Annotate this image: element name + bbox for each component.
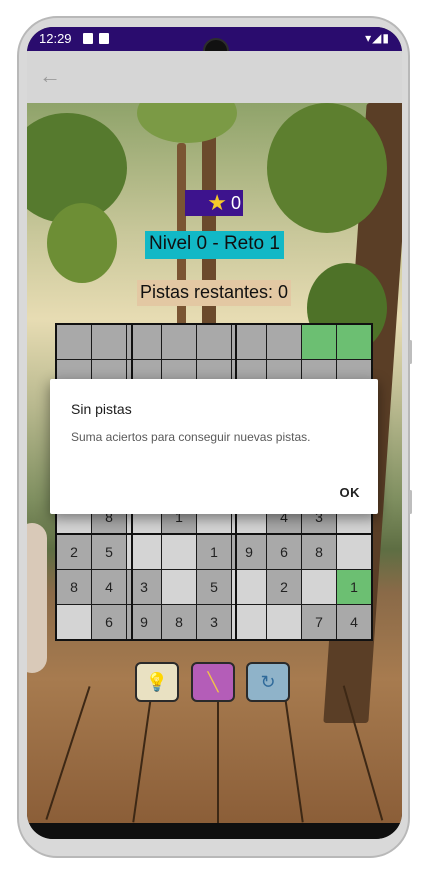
dock-plank-line bbox=[45, 686, 91, 820]
box-divider bbox=[55, 533, 373, 535]
sudoku-cell[interactable] bbox=[162, 570, 196, 604]
foliage bbox=[267, 103, 387, 233]
reset-button[interactable]: ↻ bbox=[246, 662, 290, 702]
sudoku-cell[interactable]: 8 bbox=[162, 605, 196, 639]
broom-icon: ╲ bbox=[207, 671, 219, 692]
sudoku-cell[interactable] bbox=[267, 605, 301, 639]
arrow-left-icon[interactable]: ← bbox=[39, 63, 61, 89]
hints-remaining-label: Pistas restantes: 0 bbox=[137, 280, 292, 306]
score-badge: ★ 0 bbox=[185, 190, 243, 216]
sd-card-icon bbox=[99, 33, 109, 44]
dock-plank-line bbox=[282, 683, 304, 823]
sudoku-cell[interactable] bbox=[232, 605, 266, 639]
sudoku-cell[interactable] bbox=[267, 325, 301, 359]
dialog-title: Sin pistas bbox=[71, 401, 132, 417]
sudoku-cell[interactable] bbox=[302, 570, 336, 604]
sudoku-cell[interactable]: 2 bbox=[57, 535, 91, 569]
sudoku-cell[interactable]: 1 bbox=[197, 535, 231, 569]
status-time: 12:29 bbox=[39, 31, 72, 46]
sudoku-cell[interactable]: 7 bbox=[302, 605, 336, 639]
sudoku-cell[interactable]: 8 bbox=[302, 535, 336, 569]
app-bar: ← bbox=[27, 51, 402, 103]
sudoku-cell[interactable]: 5 bbox=[92, 535, 126, 569]
lightbulb-icon: 💡 bbox=[145, 671, 169, 692]
dialog-message: Suma aciertos para conseguir nuevas pist… bbox=[71, 430, 311, 444]
refresh-icon: ↻ bbox=[260, 671, 276, 692]
sudoku-cell[interactable]: 1 bbox=[337, 570, 371, 604]
sudoku-cell[interactable]: 5 bbox=[197, 570, 231, 604]
sudoku-cell[interactable] bbox=[57, 325, 91, 359]
sudoku-cell[interactable]: 3 bbox=[197, 605, 231, 639]
hint-button[interactable]: 💡 bbox=[135, 662, 179, 702]
navigation-bar bbox=[27, 823, 402, 839]
figure-silhouette bbox=[27, 523, 47, 673]
sudoku-cell[interactable]: 2 bbox=[267, 570, 301, 604]
score-value: 0 bbox=[230, 192, 241, 213]
sudoku-cell[interactable] bbox=[337, 535, 371, 569]
sudoku-cell[interactable]: 4 bbox=[92, 570, 126, 604]
erase-button[interactable]: ╲ bbox=[191, 662, 235, 702]
dock-plank-line bbox=[132, 683, 154, 823]
sudoku-cell[interactable] bbox=[232, 570, 266, 604]
level-title: Nivel 0 - Reto 1 bbox=[145, 231, 284, 259]
notification-icon bbox=[83, 33, 93, 44]
sudoku-cell[interactable] bbox=[197, 325, 231, 359]
sudoku-cell[interactable] bbox=[92, 325, 126, 359]
star-icon: ★ bbox=[207, 190, 227, 215]
sudoku-cell[interactable] bbox=[162, 325, 196, 359]
sudoku-cell[interactable] bbox=[337, 325, 371, 359]
ok-button[interactable]: OK bbox=[340, 485, 361, 500]
power-button bbox=[409, 340, 412, 364]
sudoku-cell[interactable] bbox=[232, 325, 266, 359]
sudoku-cell[interactable]: 4 bbox=[337, 605, 371, 639]
control-buttons: 💡 ╲ ↻ bbox=[135, 662, 295, 704]
no-hints-dialog: Sin pistas Suma aciertos para conseguir … bbox=[50, 379, 378, 514]
dock-plank-line bbox=[217, 683, 219, 823]
signal-battery-icons: ▾◢▮ bbox=[365, 31, 390, 45]
sudoku-cell[interactable]: 6 bbox=[267, 535, 301, 569]
sudoku-cell[interactable]: 9 bbox=[232, 535, 266, 569]
foliage bbox=[47, 203, 117, 283]
sudoku-cell[interactable] bbox=[57, 605, 91, 639]
sudoku-cell[interactable] bbox=[302, 325, 336, 359]
device-screen: 12:29 ▾◢▮ ← ★ 0 Nivel 0 - Reto 1 Pistas … bbox=[27, 27, 402, 839]
sudoku-cell[interactable]: 8 bbox=[57, 570, 91, 604]
sudoku-cell[interactable]: 6 bbox=[92, 605, 126, 639]
volume-button bbox=[409, 490, 412, 514]
sudoku-cell[interactable] bbox=[162, 535, 196, 569]
foliage bbox=[137, 103, 237, 143]
